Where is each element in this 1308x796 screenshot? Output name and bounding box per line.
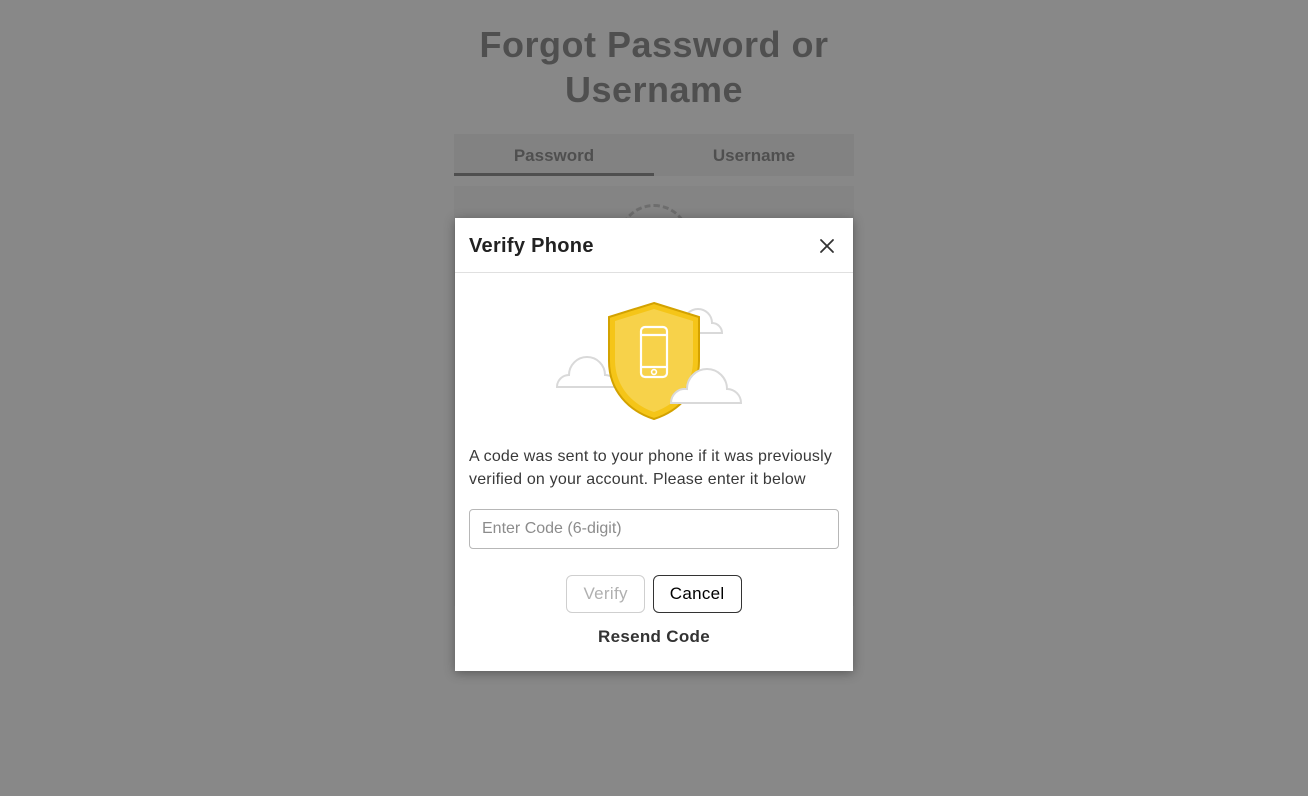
modal-body: A code was sent to your phone if it was … xyxy=(455,273,853,671)
resend-code-label: Resend Code xyxy=(598,627,710,646)
verify-button-label: Verify xyxy=(583,584,627,603)
modal-header: Verify Phone xyxy=(455,218,853,273)
close-icon xyxy=(818,237,836,255)
resend-code-link[interactable]: Resend Code xyxy=(469,627,839,647)
modal-title: Verify Phone xyxy=(469,235,594,258)
modal-overlay: Verify Phone xyxy=(0,0,1308,796)
verify-phone-modal: Verify Phone xyxy=(455,218,853,671)
shield-phone-icon xyxy=(549,297,759,425)
cancel-button-label: Cancel xyxy=(670,584,725,603)
modal-instruction: A code was sent to your phone if it was … xyxy=(469,445,839,491)
verify-button[interactable]: Verify xyxy=(566,575,644,613)
code-input[interactable] xyxy=(469,509,839,549)
close-button[interactable] xyxy=(815,234,839,258)
cancel-button[interactable]: Cancel xyxy=(653,575,742,613)
shield-illustration xyxy=(469,297,839,425)
modal-actions: Verify Cancel xyxy=(469,575,839,613)
